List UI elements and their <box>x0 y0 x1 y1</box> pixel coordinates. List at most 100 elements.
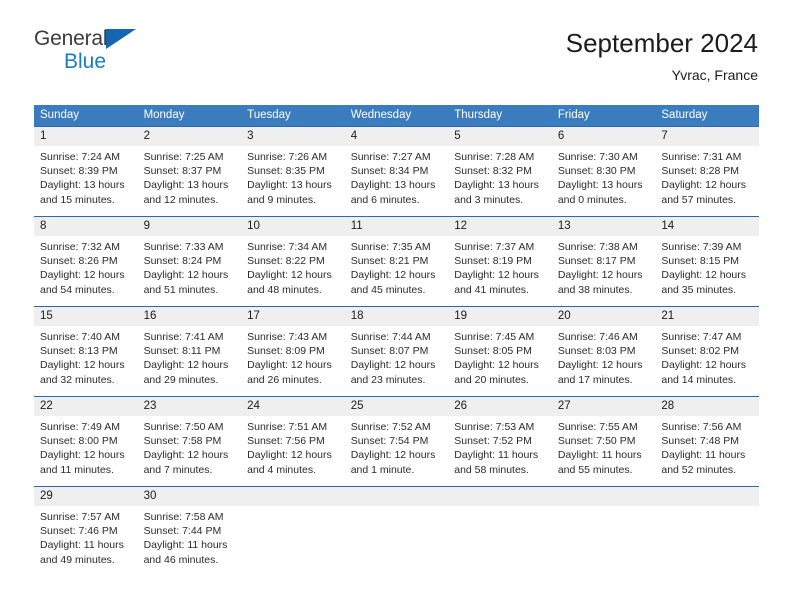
sunrise-time: Sunrise: 7:31 AM <box>661 151 742 163</box>
calendar-day-cell[interactable]: 23 Sunrise: 7:50 AM Sunset: 7:58 PM Dayligh… <box>137 396 242 487</box>
calendar-day-cell[interactable]: 7 Sunrise: 7:31 AM Sunset: 8:28 PM Daylight… <box>655 126 759 217</box>
calendar-day-cell[interactable]: 24 Sunrise: 7:51 AM Sunset: 7:56 PM Dayligh… <box>241 396 345 487</box>
sunrise-time: Sunrise: 7:49 AM <box>40 421 120 433</box>
day-number <box>448 487 552 506</box>
calendar-day-cell[interactable]: 20 Sunrise: 7:46 AM Sunset: 8:03 PM Dayligh… <box>551 306 656 397</box>
daylight-duration-line2: and 12 minutes. <box>143 193 219 206</box>
day-number: 15 <box>34 307 138 326</box>
weekday-header-wednesday: Wednesday <box>344 105 449 127</box>
calendar-body: 1 Sunrise: 7:24 AM Sunset: 8:39 PM Daylight… <box>34 126 759 577</box>
daylight-duration-line2: and 52 minutes. <box>661 463 737 476</box>
daylight-duration-line2: and 9 minutes. <box>247 193 317 206</box>
day-number: 6 <box>551 127 656 146</box>
sunrise-time: Sunrise: 7:53 AM <box>454 421 535 433</box>
calendar-day-cell[interactable]: 18 Sunrise: 7:44 AM Sunset: 8:07 PM Dayligh… <box>344 306 449 397</box>
daylight-duration-line1: Daylight: 12 hours <box>247 359 332 372</box>
daylight-duration-line1: Daylight: 12 hours <box>454 269 539 282</box>
sunrise-time: Sunrise: 7:44 AM <box>350 331 431 343</box>
day-details: Sunrise: 7:53 AM Sunset: 7:52 PM Daylight:… <box>448 416 552 477</box>
calendar-day-cell[interactable]: 27 Sunrise: 7:55 AM Sunset: 7:50 PM Dayligh… <box>551 396 656 487</box>
daylight-duration-line2: and 0 minutes. <box>557 193 627 206</box>
day-number: 17 <box>241 307 345 326</box>
day-details: Sunrise: 7:28 AM Sunset: 8:32 PM Daylight:… <box>448 146 552 207</box>
daylight-duration-line2: and 1 minute. <box>350 463 415 476</box>
sunset-time: Sunset: 8:09 PM <box>247 345 325 358</box>
sunset-time: Sunset: 8:32 PM <box>454 165 532 178</box>
sunrise-time: Sunrise: 7:45 AM <box>454 331 535 343</box>
title-block: September 2024 Yvrac, France <box>566 26 758 84</box>
daylight-duration-line2: and 4 minutes. <box>247 463 317 476</box>
day-details: Sunrise: 7:52 AM Sunset: 7:54 PM Daylight:… <box>345 416 449 477</box>
calendar-day-cell[interactable]: 22 Sunrise: 7:49 AM Sunset: 8:00 PM Dayligh… <box>34 396 138 487</box>
sunrise-time: Sunrise: 7:25 AM <box>143 151 224 163</box>
sunset-time: Sunset: 8:15 PM <box>661 255 740 268</box>
calendar-day-cell[interactable]: 14 Sunrise: 7:39 AM Sunset: 8:15 PM Dayligh… <box>655 216 759 307</box>
calendar-week-row: 1 Sunrise: 7:24 AM Sunset: 8:39 PM Daylight… <box>34 126 759 217</box>
sunset-time: Sunset: 8:22 PM <box>247 255 325 268</box>
calendar-day-cell-empty <box>448 486 552 577</box>
calendar-day-cell[interactable]: 30 Sunrise: 7:58 AM Sunset: 7:44 PM Dayligh… <box>137 486 242 577</box>
calendar-day-cell[interactable]: 6 Sunrise: 7:30 AM Sunset: 8:30 PM Daylight… <box>551 126 656 217</box>
calendar-day-cell[interactable]: 8 Sunrise: 7:32 AM Sunset: 8:26 PM Daylight… <box>34 216 138 307</box>
calendar-day-cell[interactable]: 13 Sunrise: 7:38 AM Sunset: 8:17 PM Dayligh… <box>551 216 656 307</box>
calendar-day-cell[interactable]: 3 Sunrise: 7:26 AM Sunset: 8:35 PM Daylight… <box>241 126 345 217</box>
day-number: 8 <box>34 217 138 236</box>
sunrise-time: Sunrise: 7:47 AM <box>661 331 742 343</box>
weekday-header-saturday: Saturday <box>655 105 759 127</box>
sunset-time: Sunset: 8:11 PM <box>143 345 221 358</box>
sunset-time: Sunset: 8:34 PM <box>350 165 429 178</box>
daylight-duration-line1: Daylight: 12 hours <box>661 179 747 192</box>
daylight-duration-line1: Daylight: 12 hours <box>350 269 436 282</box>
calendar-day-cell[interactable]: 26 Sunrise: 7:53 AM Sunset: 7:52 PM Dayligh… <box>448 396 552 487</box>
day-number: 9 <box>137 217 242 236</box>
calendar-day-cell-empty <box>551 486 656 577</box>
calendar-day-cell[interactable]: 2 Sunrise: 7:25 AM Sunset: 8:37 PM Daylight… <box>137 126 242 217</box>
calendar-day-cell[interactable]: 10 Sunrise: 7:34 AM Sunset: 8:22 PM Dayligh… <box>241 216 345 307</box>
daylight-duration-line1: Daylight: 11 hours <box>454 449 539 462</box>
day-details: Sunrise: 7:39 AM Sunset: 8:15 PM Daylight:… <box>655 236 759 297</box>
daylight-duration-line1: Daylight: 12 hours <box>557 269 643 282</box>
logo-text-general: General <box>34 27 108 50</box>
sunset-time: Sunset: 8:02 PM <box>661 345 740 358</box>
sunrise-time: Sunrise: 7:27 AM <box>350 151 431 163</box>
weekday-header-monday: Monday <box>137 105 242 127</box>
calendar-day-cell[interactable]: 5 Sunrise: 7:28 AM Sunset: 8:32 PM Daylight… <box>448 126 552 217</box>
day-number: 25 <box>344 397 449 416</box>
daylight-duration-line2: and 35 minutes. <box>661 283 737 296</box>
calendar-day-cell[interactable]: 29 Sunrise: 7:57 AM Sunset: 7:46 PM Dayligh… <box>34 486 138 577</box>
day-number: 18 <box>344 307 449 326</box>
daylight-duration-line1: Daylight: 13 hours <box>557 179 643 192</box>
daylight-duration-line1: Daylight: 12 hours <box>557 359 643 372</box>
calendar-day-cell[interactable]: 9 Sunrise: 7:33 AM Sunset: 8:24 PM Daylight… <box>137 216 242 307</box>
calendar-day-cell[interactable]: 16 Sunrise: 7:41 AM Sunset: 8:11 PM Dayligh… <box>137 306 242 397</box>
daylight-duration-line2: and 26 minutes. <box>247 373 322 386</box>
calendar-day-cell[interactable]: 19 Sunrise: 7:45 AM Sunset: 8:05 PM Dayligh… <box>448 306 552 397</box>
calendar-day-cell-empty <box>344 486 449 577</box>
day-details: Sunrise: 7:49 AM Sunset: 8:00 PM Daylight:… <box>34 416 138 477</box>
sunrise-time: Sunrise: 7:57 AM <box>40 511 120 523</box>
calendar-day-cell[interactable]: 17 Sunrise: 7:43 AM Sunset: 8:09 PM Dayligh… <box>241 306 345 397</box>
calendar-day-cell[interactable]: 25 Sunrise: 7:52 AM Sunset: 7:54 PM Dayligh… <box>344 396 449 487</box>
daylight-duration-line2: and 54 minutes. <box>40 283 115 296</box>
calendar-day-cell[interactable]: 21 Sunrise: 7:47 AM Sunset: 8:02 PM Dayligh… <box>655 306 759 397</box>
day-details: Sunrise: 7:34 AM Sunset: 8:22 PM Daylight:… <box>241 236 345 297</box>
calendar-day-cell[interactable]: 28 Sunrise: 7:56 AM Sunset: 7:48 PM Dayligh… <box>655 396 759 487</box>
day-number: 5 <box>448 127 552 146</box>
generalblue-logo[interactable]: General Blue <box>34 26 164 73</box>
daylight-duration-line2: and 11 minutes. <box>40 463 114 476</box>
calendar-day-cell[interactable]: 4 Sunrise: 7:27 AM Sunset: 8:34 PM Daylight… <box>344 126 449 217</box>
daylight-duration-line2: and 32 minutes. <box>40 373 115 386</box>
day-details: Sunrise: 7:43 AM Sunset: 8:09 PM Daylight:… <box>241 326 345 387</box>
sunrise-time: Sunrise: 7:38 AM <box>557 241 638 253</box>
day-details: Sunrise: 7:51 AM Sunset: 7:56 PM Daylight:… <box>241 416 345 477</box>
weekday-header-thursday: Thursday <box>448 105 552 127</box>
daylight-duration-line2: and 58 minutes. <box>454 463 529 476</box>
day-number: 27 <box>551 397 656 416</box>
calendar-day-cell[interactable]: 12 Sunrise: 7:37 AM Sunset: 8:19 PM Dayligh… <box>448 216 552 307</box>
day-number <box>551 487 656 506</box>
sunset-time: Sunset: 8:03 PM <box>557 345 636 358</box>
calendar-day-cell[interactable]: 11 Sunrise: 7:35 AM Sunset: 8:21 PM Dayligh… <box>344 216 449 307</box>
calendar-day-cell[interactable]: 15 Sunrise: 7:40 AM Sunset: 8:13 PM Dayligh… <box>34 306 138 397</box>
calendar-day-cell[interactable]: 1 Sunrise: 7:24 AM Sunset: 8:39 PM Daylight… <box>34 126 138 217</box>
day-number: 12 <box>448 217 552 236</box>
